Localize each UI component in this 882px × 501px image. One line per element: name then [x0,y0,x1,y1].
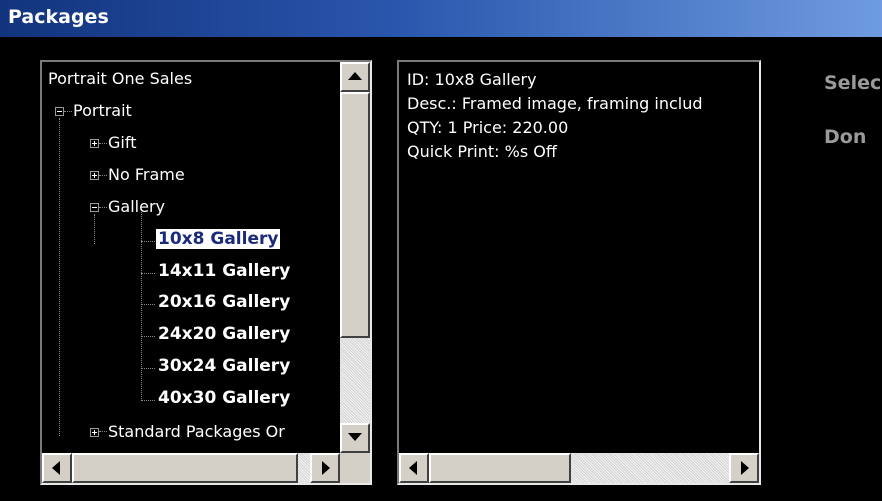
tree-node-no-frame[interactable]: No Frame [108,165,185,184]
window-title: Packages [8,6,109,28]
arrow-left-icon [52,461,60,475]
done-button[interactable]: Don [824,126,866,148]
tree-connector [141,336,155,337]
tree-node-10x8-gallery[interactable]: 10x8 Gallery [154,228,282,250]
detail-description: Desc.: Framed image, framing includ [407,94,703,113]
tree-connector [99,207,107,208]
detail-id: ID: 10x8 Gallery [407,70,537,89]
tree-horizontal-scrollbar[interactable] [42,453,340,483]
select-button[interactable]: Selec [824,72,881,94]
tree-node-24x20-gallery[interactable]: 24x20 Gallery [158,324,290,344]
scroll-right-button[interactable] [310,453,340,483]
scroll-thumb[interactable] [429,453,571,483]
scroll-thumb[interactable] [72,453,298,483]
arrow-left-icon [409,461,417,475]
tree-connector [99,175,107,176]
tree-node-40x30-gallery[interactable]: 40x30 Gallery [158,388,290,408]
tree-connector [99,143,107,144]
tree-node-gallery[interactable]: Gallery [108,197,165,216]
tree-connector [64,111,72,112]
package-tree: Portrait One Sales Portrait Gift No Fram… [42,62,340,454]
expand-icon[interactable] [90,428,99,437]
title-bar: Packages [0,0,882,37]
expand-icon[interactable] [90,171,99,180]
scrollbar-corner [340,453,370,483]
arrow-up-icon [348,72,362,80]
tree-vertical-scrollbar[interactable] [340,62,370,454]
tree-node-root[interactable]: Portrait One Sales [48,69,192,88]
scroll-thumb[interactable] [340,92,370,338]
tree-node-gift[interactable]: Gift [108,133,136,152]
tree-connector [141,368,155,369]
details-horizontal-scrollbar[interactable] [399,453,759,483]
tree-connector [141,273,155,274]
scroll-right-button[interactable] [729,453,759,483]
arrow-right-icon [322,461,330,475]
arrow-down-icon [348,433,362,441]
collapse-icon[interactable] [90,203,99,212]
tree-connector [141,241,155,242]
tree-node-30x24-gallery[interactable]: 30x24 Gallery [158,356,290,376]
tree-connector [99,431,107,432]
tree-node-standard-packages[interactable]: Standard Packages Or [108,422,285,441]
tree-connector [94,214,95,244]
tree-node-20x16-gallery[interactable]: 20x16 Gallery [158,292,290,312]
tree-node-portrait[interactable]: Portrait [73,101,132,120]
package-tree-panel: Portrait One Sales Portrait Gift No Fram… [40,60,372,485]
scroll-left-button[interactable] [399,453,429,483]
detail-quick-print: Quick Print: %s Off [407,142,557,161]
scroll-up-button[interactable] [340,62,370,92]
tree-connector [141,400,155,401]
tree-node-14x11-gallery[interactable]: 14x11 Gallery [158,261,290,281]
collapse-icon[interactable] [55,107,64,116]
arrow-right-icon [741,461,749,475]
scroll-down-button[interactable] [340,423,370,453]
detail-qty-price: QTY: 1 Price: 220.00 [407,118,569,137]
tree-connector [141,304,155,305]
package-details-text: ID: 10x8 Gallery Desc.: Framed image, fr… [407,68,751,164]
expand-icon[interactable] [90,139,99,148]
package-details-panel: ID: 10x8 Gallery Desc.: Framed image, fr… [397,60,761,485]
tree-connector [59,118,60,436]
scroll-left-button[interactable] [42,453,72,483]
